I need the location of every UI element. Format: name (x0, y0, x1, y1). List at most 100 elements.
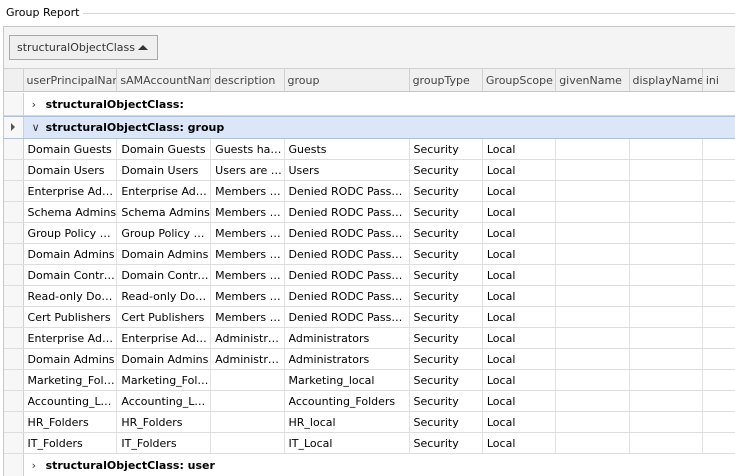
column-header-grouptype[interactable]: groupType (410, 69, 483, 91)
cell-group[interactable]: IT_Local (285, 433, 410, 453)
cell-displayname[interactable] (630, 412, 703, 432)
cell-ini[interactable] (703, 391, 735, 411)
cell-givenname[interactable] (556, 412, 630, 432)
cell-groupscope[interactable]: Local (483, 328, 557, 348)
cell-ini[interactable] (703, 202, 735, 222)
cell-groupscope[interactable]: Local (483, 349, 557, 369)
cell-givenname[interactable] (556, 286, 630, 306)
column-header-groupscope[interactable]: GroupScope (483, 69, 557, 91)
cell-displayname[interactable] (630, 370, 703, 390)
cell-userprincipalname[interactable]: Domain Guests (24, 139, 118, 159)
cell-grouptype[interactable]: Security (410, 223, 483, 243)
cell-displayname[interactable] (630, 391, 703, 411)
cell-samaccountname[interactable]: Schema Admins (117, 202, 212, 222)
cell-givenname[interactable] (556, 181, 630, 201)
row-indicator[interactable] (4, 244, 24, 264)
cell-groupscope[interactable]: Local (483, 223, 557, 243)
cell-group[interactable]: Accounting_Folders (285, 391, 410, 411)
cell-ini[interactable] (703, 139, 735, 159)
column-header-description[interactable]: description (211, 69, 285, 91)
cell-ini[interactable] (703, 307, 735, 327)
cell-userprincipalname[interactable]: Domain Controll… (24, 265, 118, 285)
table-row[interactable]: Domain Guests Domain Guests Guests hav… Gue… (4, 139, 735, 160)
cell-userprincipalname[interactable]: Enterprise Admins (24, 181, 118, 201)
cell-grouptype[interactable]: Security (410, 370, 483, 390)
cell-givenname[interactable] (556, 370, 630, 390)
row-indicator[interactable] (4, 391, 24, 411)
cell-group[interactable]: Users (285, 160, 410, 180)
cell-grouptype[interactable]: Security (410, 265, 483, 285)
cell-description[interactable]: Administrat… (211, 328, 285, 348)
cell-groupscope[interactable]: Local (483, 181, 557, 201)
cell-samaccountname[interactable]: Marketing_Folders (117, 370, 212, 390)
cell-groupscope[interactable]: Local (483, 370, 557, 390)
row-indicator[interactable] (4, 139, 24, 159)
cell-description[interactable]: Members in … (211, 307, 285, 327)
cell-givenname[interactable] (556, 391, 630, 411)
table-row[interactable]: Domain Controll… Domain Controll… Members … (4, 265, 735, 286)
cell-samaccountname[interactable]: Group Policy Cre… (117, 223, 212, 243)
cell-ini[interactable] (703, 328, 735, 348)
row-indicator[interactable] (4, 286, 24, 306)
cell-userprincipalname[interactable]: IT_Folders (24, 433, 118, 453)
cell-samaccountname[interactable]: Domain Admins (117, 244, 212, 264)
cell-description[interactable]: Members in … (211, 181, 285, 201)
column-header-ini[interactable]: ini (703, 69, 735, 91)
cell-givenname[interactable] (556, 160, 630, 180)
column-header-samaccountname[interactable]: sAMAccountName (117, 69, 212, 91)
cell-samaccountname[interactable]: Enterprise Admins (117, 181, 212, 201)
cell-grouptype[interactable]: Security (410, 202, 483, 222)
cell-ini[interactable] (703, 370, 735, 390)
report-grid[interactable]: structuralObjectClass userPrincipalNames… (3, 26, 735, 476)
cell-description[interactable]: Administrat… (211, 349, 285, 369)
cell-groupscope[interactable]: Local (483, 412, 557, 432)
cell-groupscope[interactable]: Local (483, 433, 557, 453)
cell-givenname[interactable] (556, 244, 630, 264)
cell-givenname[interactable] (556, 139, 630, 159)
chevron-right-icon[interactable]: › (32, 459, 46, 472)
cell-userprincipalname[interactable]: Enterprise Admins (24, 328, 118, 348)
cell-group[interactable]: Administrators (285, 349, 410, 369)
cell-displayname[interactable] (630, 202, 703, 222)
row-indicator[interactable] (4, 93, 24, 115)
cell-description[interactable]: Members in … (211, 265, 285, 285)
chevron-down-icon[interactable]: ∨ (32, 121, 46, 134)
cell-givenname[interactable] (556, 202, 630, 222)
cell-grouptype[interactable]: Security (410, 391, 483, 411)
cell-description[interactable] (211, 433, 285, 453)
cell-description[interactable]: Members in … (211, 244, 285, 264)
table-row[interactable]: Domain Admins Domain Admins Administrat… Ad… (4, 349, 735, 370)
cell-samaccountname[interactable]: Domain Guests (117, 139, 212, 159)
cell-grouptype[interactable]: Security (410, 181, 483, 201)
cell-ini[interactable] (703, 433, 735, 453)
chevron-right-icon[interactable]: › (32, 98, 46, 111)
cell-grouptype[interactable]: Security (410, 433, 483, 453)
cell-userprincipalname[interactable]: Accounting_Local (24, 391, 118, 411)
cell-grouptype[interactable]: Security (410, 412, 483, 432)
cell-grouptype[interactable]: Security (410, 349, 483, 369)
table-row[interactable]: Schema Admins Schema Admins Members in … De… (4, 202, 735, 223)
cell-ini[interactable] (703, 286, 735, 306)
cell-ini[interactable] (703, 223, 735, 243)
cell-samaccountname[interactable]: Domain Admins (117, 349, 212, 369)
row-indicator[interactable] (4, 433, 24, 453)
cell-description[interactable]: Users are p… (211, 160, 285, 180)
row-indicator[interactable] (4, 307, 24, 327)
cell-userprincipalname[interactable]: Domain Admins (24, 349, 118, 369)
cell-groupscope[interactable]: Local (483, 160, 557, 180)
cell-samaccountname[interactable]: HR_Folders (117, 412, 212, 432)
table-row[interactable]: Cert Publishers Cert Publishers Members in… (4, 307, 735, 328)
row-indicator[interactable] (4, 117, 24, 138)
cell-samaccountname[interactable]: Enterprise Admins (117, 328, 212, 348)
cell-displayname[interactable] (630, 244, 703, 264)
table-row[interactable]: Marketing_Folders Marketing_Folders Market… (4, 370, 735, 391)
cell-userprincipalname[interactable]: Domain Users (24, 160, 118, 180)
cell-samaccountname[interactable]: IT_Folders (117, 433, 212, 453)
row-indicator[interactable] (4, 349, 24, 369)
cell-groupscope[interactable]: Local (483, 265, 557, 285)
cell-group[interactable]: Denied RODC Passwor… (285, 307, 410, 327)
row-indicator[interactable] (4, 181, 24, 201)
cell-givenname[interactable] (556, 265, 630, 285)
cell-givenname[interactable] (556, 307, 630, 327)
cell-samaccountname[interactable]: Domain Users (117, 160, 212, 180)
